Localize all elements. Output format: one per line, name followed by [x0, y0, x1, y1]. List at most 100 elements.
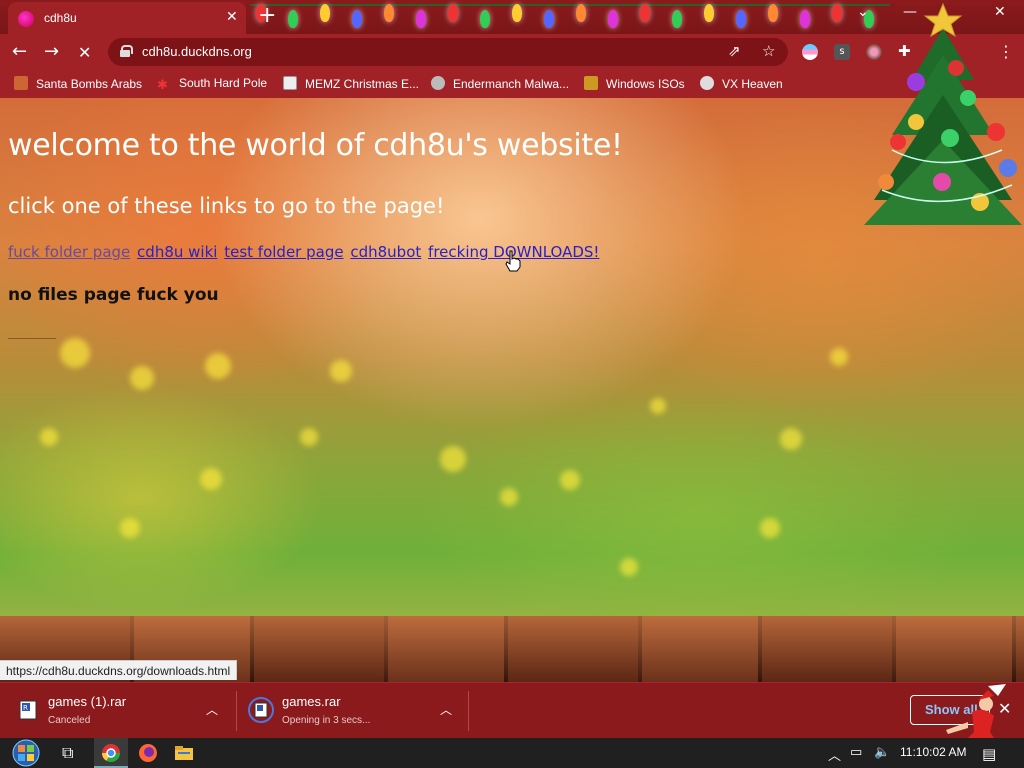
lock-icon — [120, 45, 133, 57]
forward-icon[interactable]: → — [44, 41, 59, 62]
bokeh-spot — [780, 428, 802, 450]
svg-text:R: R — [23, 704, 28, 712]
bokeh-spot — [330, 360, 352, 382]
close-tab-icon[interactable]: ✕ — [226, 9, 238, 25]
no-files-heading: no files page fuck you — [8, 285, 219, 305]
address-bar[interactable]: cdh8u.duckdns.org ⇗ ☆ — [108, 38, 788, 66]
light-bulb — [288, 10, 298, 28]
light-bulb — [480, 10, 490, 28]
light-bulb — [640, 4, 650, 22]
skull-icon — [700, 76, 714, 90]
windows-taskbar: ⧉ ︿ ▭ 🔈 11:10:02 AM ▤ — [0, 738, 1024, 768]
divider — [8, 338, 56, 339]
download-status: Opening in 3 secs... — [282, 715, 371, 726]
bokeh-spot — [205, 353, 231, 379]
light-bulb — [544, 10, 554, 28]
page-title: welcome to the world of cdh8u's website! — [8, 128, 623, 163]
light-bulb — [832, 4, 842, 22]
bokeh-spot — [130, 366, 154, 390]
chevron-up-icon[interactable]: ︿ — [206, 701, 218, 718]
light-bulb — [416, 10, 426, 28]
page-subtitle: click one of these links to go to the pa… — [8, 194, 445, 218]
tab-cdh8u[interactable]: cdh8u ✕ — [8, 2, 246, 34]
clock[interactable]: 11:10:02 AM — [900, 745, 967, 759]
tab-title: cdh8u — [44, 11, 77, 25]
face-icon — [431, 76, 445, 90]
bokeh-spot — [650, 398, 666, 414]
light-bulb — [352, 10, 362, 28]
light-bulb — [448, 4, 458, 22]
bokeh-spot — [440, 446, 466, 472]
divider — [468, 691, 469, 731]
light-bulb — [704, 4, 714, 22]
light-bulb — [768, 4, 778, 22]
bookmark-label: Endermanch Malwa... — [453, 77, 570, 91]
light-bulb — [512, 4, 522, 22]
download-item[interactable]: games.rar Opening in 3 secs... ︿ — [236, 683, 468, 739]
link-fuck-folder-page[interactable]: fuck folder page — [8, 243, 130, 261]
rar-file-icon — [248, 697, 274, 723]
bookmark-south-hard-pole[interactable]: ✱ South Hard Pole — [157, 76, 268, 92]
bookmark-windows-isos[interactable]: Windows ISOs — [584, 76, 685, 91]
bokeh-spot — [200, 468, 222, 490]
bookmark-santa-bombs-arabs[interactable]: Santa Bombs Arabs — [14, 76, 142, 91]
back-icon[interactable]: ← — [12, 41, 27, 62]
chevron-up-icon[interactable]: ︿ — [440, 701, 452, 718]
bokeh-spot — [300, 428, 318, 446]
bokeh-spot — [120, 518, 140, 538]
bokeh-spot — [40, 428, 58, 446]
network-icon[interactable]: ▭ — [850, 745, 862, 760]
light-bulb — [608, 10, 618, 28]
file-explorer-icon[interactable] — [174, 743, 194, 763]
light-bulb — [672, 10, 682, 28]
light-bulb — [320, 4, 330, 22]
light-bulb — [800, 10, 810, 28]
bokeh-spot — [60, 338, 90, 368]
download-filename: games.rar — [282, 694, 341, 709]
share-icon[interactable]: ⇗ — [728, 42, 741, 60]
firefox-icon[interactable] — [138, 743, 158, 763]
bokeh-spot — [560, 470, 580, 490]
notifications-icon[interactable]: ▤ — [982, 745, 996, 763]
window-icon — [283, 76, 297, 90]
bookmark-label: Windows ISOs — [606, 77, 685, 91]
download-filename: games (1).rar — [48, 694, 127, 709]
bookmark-vx-heaven[interactable]: VX Heaven — [700, 76, 783, 91]
link-test-folder-page[interactable]: test folder page — [224, 243, 343, 261]
task-view-icon[interactable]: ⧉ — [62, 743, 82, 763]
santa-decoration — [946, 684, 1006, 738]
stop-loading-icon[interactable]: ✕ — [78, 43, 91, 62]
download-item[interactable]: R games (1).rar Canceled ︿ — [0, 683, 236, 739]
snowflake-icon: ✱ — [157, 77, 168, 92]
bookmark-label: VX Heaven — [722, 77, 783, 91]
url-text: cdh8u.duckdns.org — [142, 44, 252, 59]
light-bulb — [576, 4, 586, 22]
link-cdh8ubot[interactable]: cdh8ubot — [350, 243, 421, 261]
bookmark-memz-christmas[interactable]: MEMZ Christmas E... — [283, 76, 419, 91]
bokeh-spot — [830, 348, 848, 366]
trophy-icon — [584, 76, 598, 90]
bookmark-endermanch-malware[interactable]: Endermanch Malwa... — [431, 76, 569, 91]
chrome-icon[interactable] — [101, 743, 121, 763]
show-hidden-icons-chevron-icon[interactable]: ︿ — [828, 745, 841, 764]
extension-flag-icon[interactable] — [802, 44, 818, 60]
light-bulb — [736, 10, 746, 28]
link-cdh8u-wiki[interactable]: cdh8u wiki — [137, 243, 217, 261]
bookmark-label: South Hard Pole — [179, 76, 268, 90]
favicon-icon — [18, 11, 34, 27]
extension-s-icon[interactable]: s — [834, 44, 850, 60]
volume-icon[interactable]: 🔈 — [874, 745, 890, 760]
bookmark-label: MEMZ Christmas E... — [305, 77, 420, 91]
christmas-lights — [250, 0, 890, 34]
download-bar: R games (1).rar Canceled ︿ games.rar Ope… — [0, 682, 1024, 738]
download-status: Canceled — [48, 715, 91, 726]
rar-file-icon: R — [19, 700, 37, 720]
new-tab-icon[interactable]: + — [258, 5, 276, 27]
bokeh-spot — [760, 518, 780, 538]
bokeh-spot — [620, 558, 638, 576]
start-orb-icon[interactable] — [8, 739, 44, 767]
christmas-tree-decoration — [864, 2, 1022, 225]
status-bar-url: https://cdh8u.duckdns.org/downloads.html — [0, 660, 238, 680]
light-bulb — [384, 4, 394, 22]
bookmark-star-icon[interactable]: ☆ — [762, 42, 775, 60]
